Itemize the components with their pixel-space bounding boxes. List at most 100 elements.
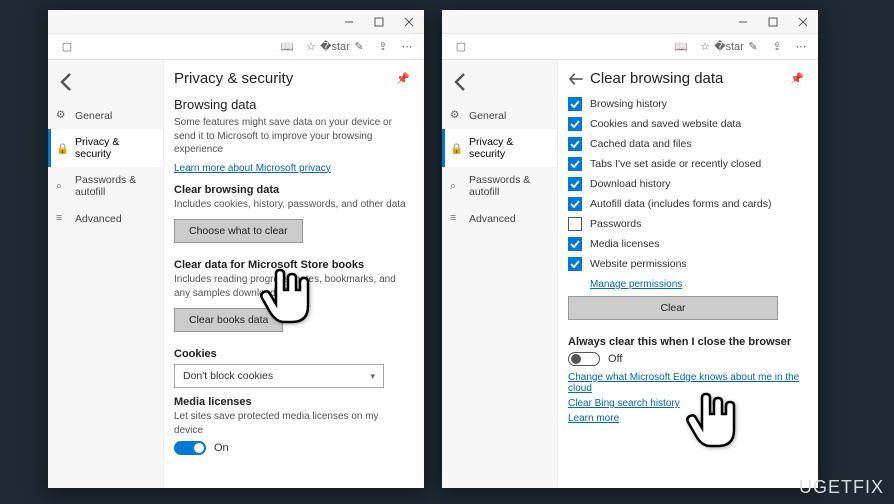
checkbox[interactable] xyxy=(568,177,582,191)
checkbox-row[interactable]: Tabs I've set aside or recently closed xyxy=(568,157,804,171)
sidebar-item-advanced[interactable]: ≡ Advanced xyxy=(442,205,557,232)
tab-icon[interactable]: ▢ xyxy=(454,40,468,54)
checkbox[interactable] xyxy=(568,197,582,211)
learn-more-link[interactable]: Learn more xyxy=(568,413,619,424)
sidebar-item-passwords[interactable]: ⌕ Passwords & autofill xyxy=(442,167,557,205)
sidebar-item-label: Advanced xyxy=(469,213,516,225)
minimize-button[interactable] xyxy=(728,10,758,34)
checkbox-label: Download history xyxy=(590,178,671,190)
sidebar-item-passwords[interactable]: ⌕ Passwords & autofill xyxy=(48,167,163,205)
always-clear-heading: Always clear this when I close the brows… xyxy=(568,336,804,348)
always-clear-toggle[interactable] xyxy=(568,352,600,366)
sidebar-item-privacy[interactable]: 🔒 Privacy & security xyxy=(442,129,557,167)
panel-title: Clear browsing data xyxy=(590,70,723,87)
choose-what-to-clear-button[interactable]: Choose what to clear xyxy=(174,219,303,243)
checkbox-label: Passwords xyxy=(590,218,641,230)
sidebar-item-privacy[interactable]: 🔒 Privacy & security xyxy=(48,129,163,167)
panel-title: Privacy & security xyxy=(174,70,293,87)
checkbox-label: Cookies and saved website data xyxy=(590,118,741,130)
cookies-select-value: Don't block cookies xyxy=(183,370,273,382)
media-licenses-heading: Media licenses xyxy=(174,396,410,408)
checkbox-row[interactable]: Download history xyxy=(568,177,804,191)
sidebar-item-label: General xyxy=(75,110,112,122)
browser-toolbar: ▢ 📖 ☆ �star ✎ ⇪ ⋯ xyxy=(48,34,424,60)
sidebar-item-general[interactable]: ⚙ General xyxy=(48,102,163,129)
learn-more-privacy-link[interactable]: Learn more about Microsoft privacy xyxy=(174,163,331,174)
share-icon[interactable]: ⇪ xyxy=(376,40,390,54)
clear-data-panel: Clear browsing data 📌 Browsing history Co… xyxy=(558,60,818,488)
close-button[interactable] xyxy=(788,10,818,34)
checkbox[interactable] xyxy=(568,237,582,251)
sidebar-item-label: Advanced xyxy=(75,213,122,225)
window-left: ▢ 📖 ☆ �star ✎ ⇪ ⋯ ⚙ General 🔒 Privacy & … xyxy=(48,10,424,488)
clear-browsing-data-heading: Clear browsing data xyxy=(174,184,410,196)
toggle-state-label: Off xyxy=(608,353,622,365)
settings-panel: Privacy & security 📌 Browsing data Some … xyxy=(164,60,424,488)
sidebar-item-general[interactable]: ⚙ General xyxy=(442,102,557,129)
clear-books-heading: Clear data for Microsoft Store books xyxy=(174,259,410,271)
checkbox[interactable] xyxy=(568,217,582,231)
cookies-select[interactable]: Don't block cookies ▾ xyxy=(174,364,384,388)
share-icon[interactable]: ⇪ xyxy=(770,40,784,54)
minimize-button[interactable] xyxy=(334,10,364,34)
maximize-button[interactable] xyxy=(364,10,394,34)
checkbox-label: Autofill data (includes forms and cards) xyxy=(590,198,772,210)
more-icon[interactable]: ⋯ xyxy=(794,40,808,54)
favorites-icon[interactable]: �star xyxy=(328,40,342,54)
reading-view-icon[interactable]: 📖 xyxy=(674,40,688,54)
key-icon: ⌕ xyxy=(450,180,463,193)
checkbox-row[interactable]: Cached data and files xyxy=(568,137,804,151)
sidebar-item-advanced[interactable]: ≡ Advanced xyxy=(48,205,163,232)
close-button[interactable] xyxy=(394,10,424,34)
checkbox[interactable] xyxy=(568,257,582,271)
lock-icon: 🔒 xyxy=(56,142,69,155)
favorites-icon[interactable]: �star xyxy=(722,40,736,54)
titlebar xyxy=(48,10,424,34)
reading-view-icon[interactable]: 📖 xyxy=(280,40,294,54)
checkbox-label: Tabs I've set aside or recently closed xyxy=(590,158,761,170)
checkbox-row[interactable]: Media licenses xyxy=(568,237,804,251)
checkbox-row[interactable]: Autofill data (includes forms and cards) xyxy=(568,197,804,211)
notes-icon[interactable]: ✎ xyxy=(746,40,760,54)
back-chevron-icon[interactable] xyxy=(56,72,76,92)
checkbox[interactable] xyxy=(568,117,582,131)
settings-sidebar: ⚙ General 🔒 Privacy & security ⌕ Passwor… xyxy=(442,60,558,488)
notes-icon[interactable]: ✎ xyxy=(352,40,366,54)
favorite-star-icon[interactable]: ☆ xyxy=(698,40,712,54)
back-chevron-icon[interactable] xyxy=(450,72,470,92)
checkbox-label: Media licenses xyxy=(590,238,659,250)
manage-permissions-link[interactable]: Manage permissions xyxy=(590,279,682,290)
sidebar-item-label: Passwords & autofill xyxy=(469,174,549,198)
media-licenses-desc: Let sites save protected media licenses … xyxy=(174,410,410,437)
pin-icon[interactable]: 📌 xyxy=(790,72,804,85)
chevron-down-icon: ▾ xyxy=(370,371,375,382)
checkbox[interactable] xyxy=(568,137,582,151)
media-licenses-toggle[interactable] xyxy=(174,441,206,455)
back-arrow-icon[interactable] xyxy=(568,71,584,87)
maximize-button[interactable] xyxy=(758,10,788,34)
checkbox-row[interactable]: Browsing history xyxy=(568,97,804,111)
clear-button[interactable]: Clear xyxy=(568,296,778,320)
more-icon[interactable]: ⋯ xyxy=(400,40,414,54)
clear-browsing-data-desc: Includes cookies, history, passwords, an… xyxy=(174,198,410,212)
pin-icon[interactable]: 📌 xyxy=(396,72,410,85)
gear-icon: ⚙ xyxy=(56,109,69,122)
favorite-star-icon[interactable]: ☆ xyxy=(304,40,318,54)
clear-books-desc: Includes reading progress, notes, bookma… xyxy=(174,273,410,300)
browser-toolbar: ▢ 📖 ☆ �star ✎ ⇪ ⋯ xyxy=(442,34,818,60)
checkbox[interactable] xyxy=(568,157,582,171)
key-icon: ⌕ xyxy=(56,180,69,193)
clear-books-button[interactable]: Clear books data xyxy=(174,308,283,332)
tab-icon[interactable]: ▢ xyxy=(60,40,74,54)
change-microsoft-link[interactable]: Change what Microsoft Edge knows about m… xyxy=(568,372,804,394)
clear-bing-link[interactable]: Clear Bing search history xyxy=(568,398,680,409)
checkbox[interactable] xyxy=(568,97,582,111)
watermark: UGETFIX xyxy=(799,477,884,498)
checkbox-row[interactable]: Website permissions xyxy=(568,257,804,271)
settings-sidebar: ⚙ General 🔒 Privacy & security ⌕ Passwor… xyxy=(48,60,164,488)
sidebar-item-label: General xyxy=(469,110,506,122)
checkbox-row[interactable]: Cookies and saved website data xyxy=(568,117,804,131)
sliders-icon: ≡ xyxy=(56,212,69,225)
gear-icon: ⚙ xyxy=(450,109,463,122)
checkbox-row[interactable]: Passwords xyxy=(568,217,804,231)
